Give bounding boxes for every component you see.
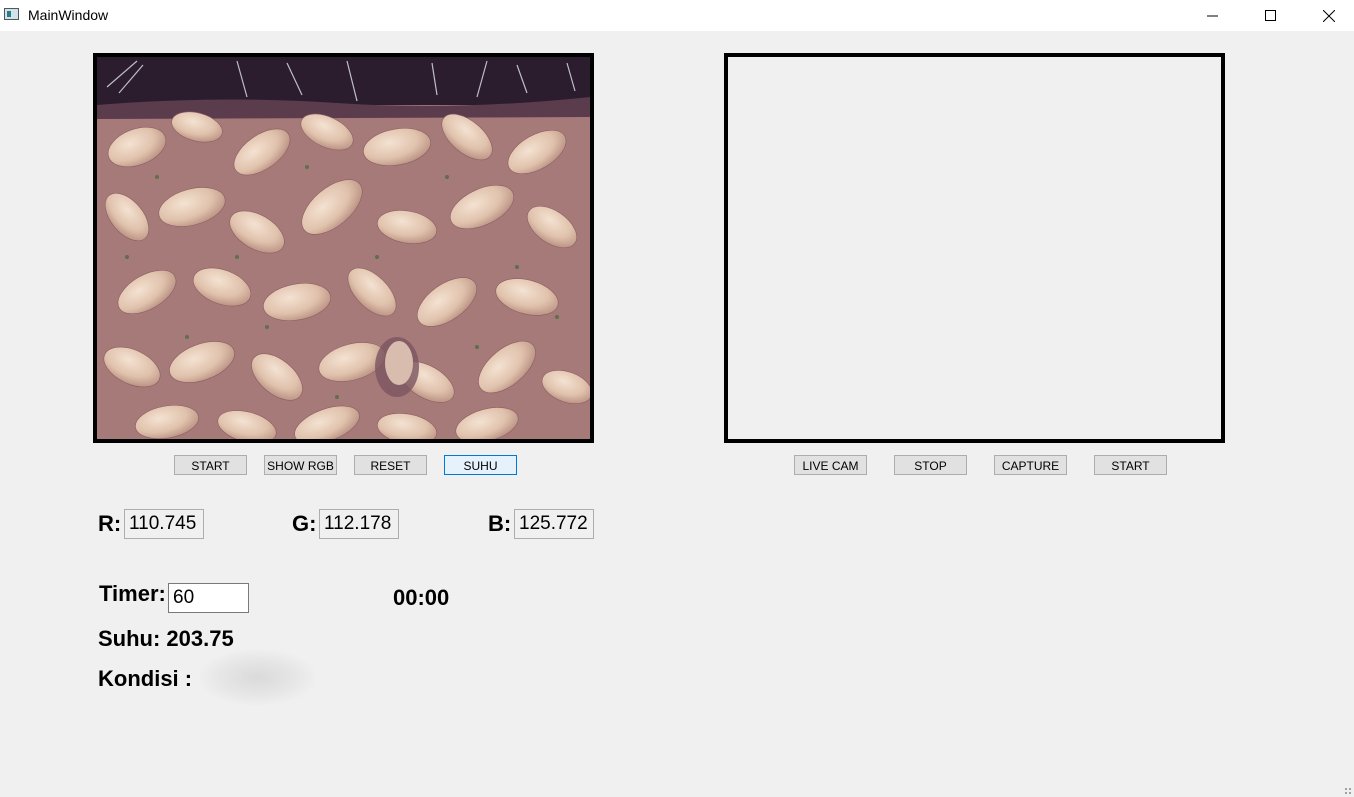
show-rgb-button[interactable]: SHOW RGB [264, 455, 337, 475]
stop-button[interactable]: STOP [894, 455, 967, 475]
r-value-field[interactable]: 110.745 [124, 509, 204, 539]
start-button[interactable]: START [174, 455, 247, 475]
start-capture-button[interactable]: START [1094, 455, 1167, 475]
timer-label: Timer: [99, 581, 166, 606]
window-title: MainWindow [28, 7, 109, 23]
camera-capture-image [97, 57, 590, 439]
resize-grip[interactable] [1344, 787, 1352, 795]
maximize-button[interactable] [1242, 0, 1300, 31]
close-button[interactable] [1300, 0, 1354, 31]
minimize-button[interactable] [1184, 0, 1242, 31]
live-cam-button[interactable]: LIVE CAM [794, 455, 867, 475]
b-label: B: [488, 511, 512, 536]
kondisi-label: Kondisi : [98, 666, 193, 691]
suhu-readout: Suhu: 203.75 [98, 626, 234, 651]
suhu-button[interactable]: SUHU [444, 455, 517, 475]
capture-button[interactable]: CAPTURE [994, 455, 1067, 475]
reset-button[interactable]: RESET [354, 455, 427, 475]
countdown-display: 00:00 [393, 585, 450, 610]
live-camera-frame [724, 53, 1225, 443]
r-label: R: [98, 511, 122, 536]
b-value-field[interactable]: 125.772 [514, 509, 594, 539]
kondisi-value-redacted [200, 650, 315, 705]
g-value-field[interactable]: 112.178 [319, 509, 399, 539]
maximize-icon [1265, 9, 1276, 21]
minimize-icon [1207, 15, 1218, 16]
title-bar: MainWindow [0, 0, 1354, 31]
g-label: G: [292, 511, 317, 536]
app-icon [4, 8, 19, 20]
camera-image-frame [93, 53, 594, 443]
timer-input[interactable]: 60 [168, 583, 249, 613]
close-icon [1323, 9, 1335, 22]
